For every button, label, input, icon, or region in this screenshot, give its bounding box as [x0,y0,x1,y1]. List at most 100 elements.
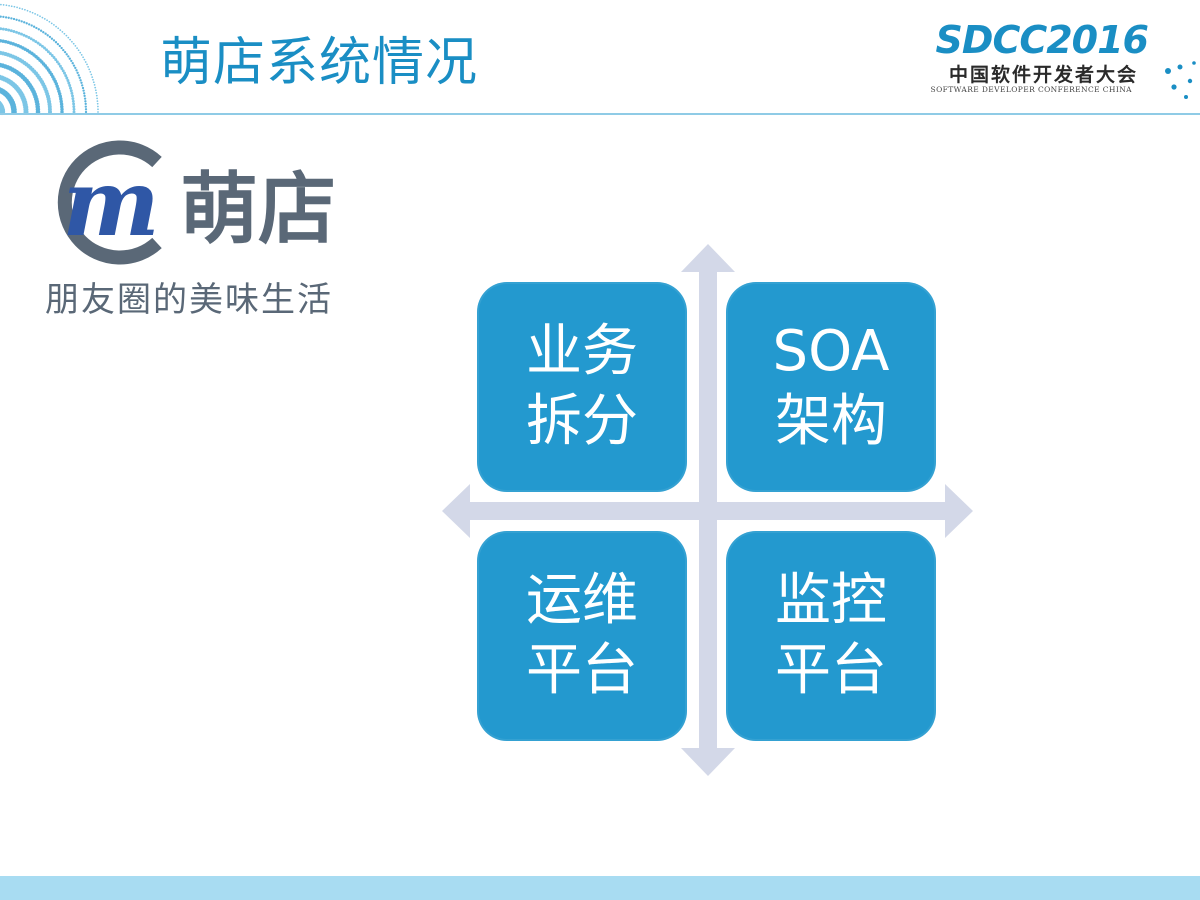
decor-dot [83,94,86,98]
decor-dot [69,38,71,41]
decor-dot [89,71,92,73]
conference-english-name: SOFTWARE DEVELOPER CONFERENCE CHINA [930,85,1132,94]
decor-dot [97,108,99,111]
conference-logo: SDCC2016 中国软件开发者大会 SOFTWARE DEVELOPER CO… [931,18,1180,113]
decor-dot [30,24,33,27]
decor-dot [86,63,88,66]
decor-dot [77,49,80,52]
decor-dot [82,56,84,59]
decor-dot [83,97,87,100]
decor-dot [46,19,48,22]
decor-dot [67,36,70,39]
decor-dot [16,6,18,9]
tile-label: 监控 [775,568,887,633]
decor-dot [64,74,68,78]
decor-dot [91,76,94,78]
decor-dot [79,79,82,82]
decor-dot [26,9,29,12]
decor-dot [1192,61,1196,65]
decor-dot [22,33,26,37]
decor-dot [71,99,75,103]
decor-dot [0,3,2,6]
decor-dot [53,24,55,26]
decor-dot [7,16,10,19]
decor-dot [94,89,97,92]
slide-title: 萌店系统情况 [160,33,479,93]
decor-dot [44,32,47,35]
decor-dot [84,108,88,111]
decor-dot [5,4,8,7]
decor-dot [77,74,80,77]
decor-dot [65,34,68,37]
decor-dot [60,46,63,50]
decor-dot [63,32,66,35]
conference-chinese-name: 中国软件开发者大会 [948,64,1138,86]
decor-dot [20,32,23,36]
decor-dot [84,100,87,103]
decor-dot [92,81,95,84]
decor-dot [72,105,76,109]
decor-dot [72,42,75,45]
tile-label: 运维 [526,568,638,633]
decor-dot [29,10,31,13]
decor-dot [41,16,44,19]
decor-dot [12,30,16,33]
mengdian-brand: m 萌店 朋友圈的美味生活 [40,135,390,325]
decor-dot [81,84,84,87]
logo-letter: m [62,149,159,257]
decor-dot [75,69,78,72]
decor-dot [39,15,41,18]
decor-dot [36,14,39,16]
decor-dot [71,97,75,101]
decor-dot [70,59,73,63]
decor-dot [84,105,87,108]
decor-dot [96,100,99,102]
decor-dot [72,102,76,106]
decor-dot [18,7,21,10]
decor-dot [68,84,72,87]
decor-dot [76,71,79,74]
decor-dot [52,39,56,42]
decor-dot [58,44,61,48]
decor-dot [27,36,31,39]
decor-dot [12,17,16,21]
tile-soa-architecture: SOA 架构 [726,282,936,492]
decor-dot [70,91,74,95]
decor-dot [7,28,11,32]
decor-dot [72,64,76,67]
decor-dot [48,20,51,23]
decor-dot [95,92,98,94]
decor-dot [50,22,53,25]
decor-dot [9,29,13,33]
decor-dot [32,25,36,28]
decor-dot [84,61,87,63]
decor-dot [90,73,93,76]
decor-dot [94,86,97,89]
decor-dot [83,92,86,95]
decor-dot [71,62,74,65]
decor-dot [57,27,60,30]
decor-dot [0,15,2,18]
quadrant-diagram: 业务 拆分 SOA 架构 运维 平台 监控 平台 [440,240,975,780]
decor-dot [43,18,46,20]
slide-header: 萌店系统情况 SDCC2016 中国软件开发者大会 SOFTWARE DEVEL… [0,0,1200,116]
decor-dot [48,35,52,39]
decor-dot [42,31,45,34]
decor-dot [71,94,74,98]
tile-business-split: 业务 拆分 [477,282,687,492]
decor-dot [1171,84,1177,90]
decor-dot [50,37,54,40]
tile-label: 架构 [775,389,887,454]
decor-dot [65,53,68,56]
tile-label: SOA [772,319,890,384]
decor-dot [71,40,73,43]
decor-dot [1184,95,1188,99]
decor-dot [0,27,3,31]
decor-dot [23,21,26,24]
decor-dot [69,86,72,90]
decor-dot [92,78,94,81]
decor-dot [76,47,78,49]
decor-dot [67,55,70,58]
decor-dot [59,29,62,31]
decor-dot [37,28,40,31]
